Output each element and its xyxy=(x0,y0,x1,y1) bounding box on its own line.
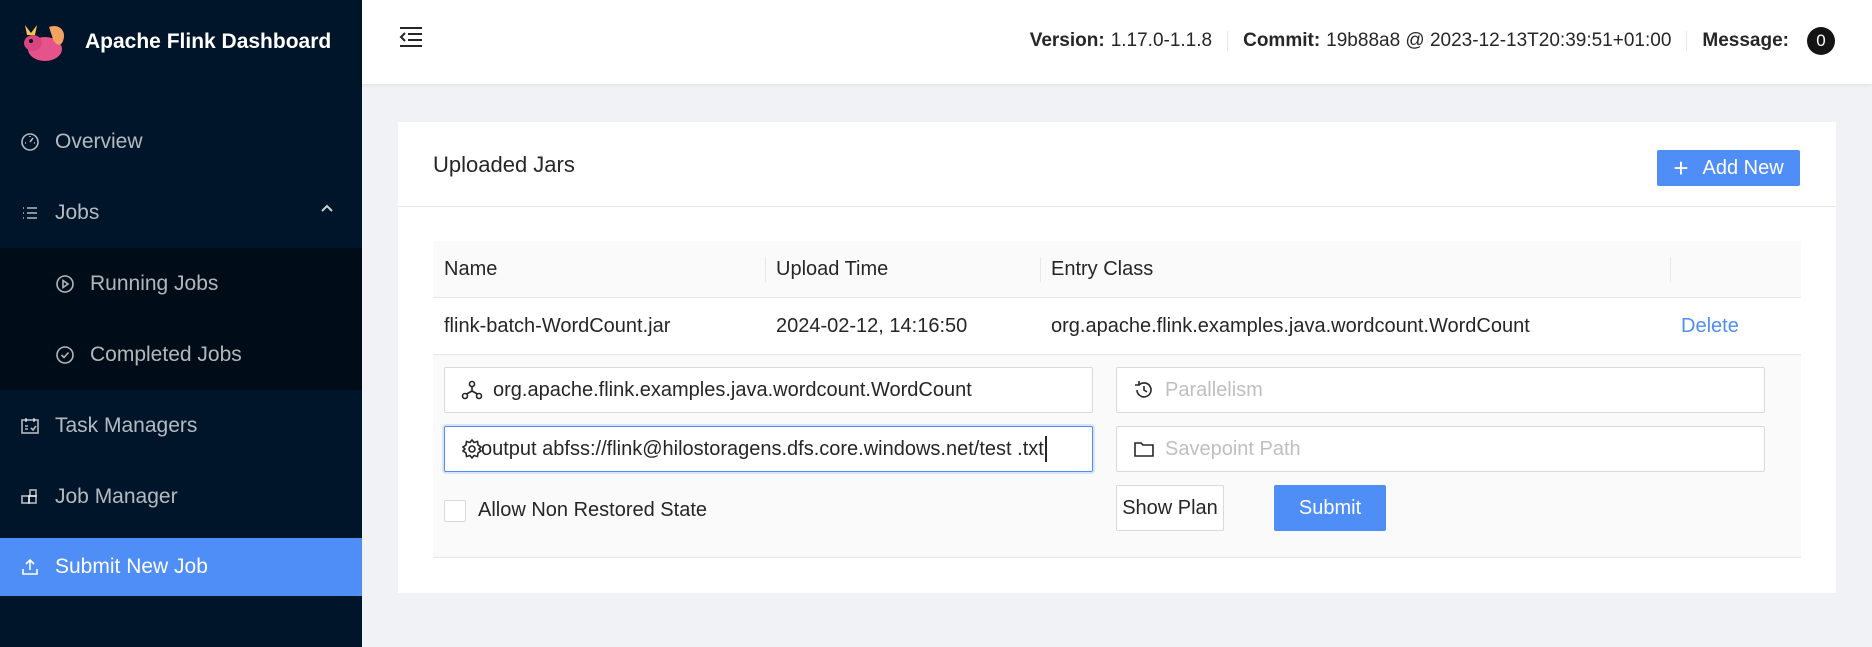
check-circle-icon xyxy=(55,345,75,365)
add-new-label: Add New xyxy=(1702,156,1784,179)
cluster-icon xyxy=(461,380,483,400)
commit-info: Commit: 19b88a8 @ 2023-12-13T20:39:51+01… xyxy=(1228,30,1686,52)
entry-class-input[interactable]: org.apache.flink.examples.java.wordcount… xyxy=(444,367,1093,413)
history-icon xyxy=(1135,381,1152,398)
folder-icon xyxy=(1134,442,1154,457)
column-header-entry-class: Entry Class xyxy=(1040,241,1670,297)
jar-upload-time: 2024-02-12, 14:16:50 xyxy=(776,314,968,337)
dashboard-icon xyxy=(20,132,40,152)
sidebar: Apache Flink Dashboard Overview Jobs Run… xyxy=(0,0,362,647)
sidebar-item-label: Overview xyxy=(55,129,143,153)
sidebar-item-label: Jobs xyxy=(55,200,100,224)
submit-button[interactable]: Submit xyxy=(1274,485,1386,531)
parallelism-placeholder: Parallelism xyxy=(1165,378,1263,401)
card-title: Uploaded Jars xyxy=(433,152,575,177)
sidebar-item-job-manager[interactable]: Job Manager xyxy=(0,461,362,532)
jar-entry-class: org.apache.flink.examples.java.wordcount… xyxy=(1051,314,1530,337)
sidebar-item-submit-new-job[interactable]: Submit New Job xyxy=(0,538,362,596)
sidebar-item-label: Job Manager xyxy=(55,484,178,508)
allow-non-restored-checkbox[interactable]: Allow Non Restored State xyxy=(444,499,707,522)
header-info: Version: 1.17.0-1.1.8 Commit: 19b88a8 @ … xyxy=(1015,26,1850,56)
table-header: Name Upload Time Entry Class xyxy=(433,241,1801,298)
sidebar-item-label: Running Jobs xyxy=(90,271,219,295)
text-caret xyxy=(1044,436,1047,462)
savepoint-path-input[interactable]: Savepoint Path xyxy=(1116,426,1765,472)
commit-label: Commit: xyxy=(1243,30,1321,51)
sidebar-item-label: Task Managers xyxy=(55,413,198,437)
menu-fold-icon[interactable] xyxy=(398,26,424,48)
commit-value: 19b88a8 @ 2023-12-13T20:39:51+01:00 xyxy=(1326,30,1672,51)
version-label: Version: xyxy=(1029,30,1105,51)
uploaded-jars-card: Uploaded Jars + Add New Name Upload Time… xyxy=(398,122,1836,593)
column-header-name: Name xyxy=(444,257,498,280)
play-circle-icon xyxy=(55,274,75,294)
sidebar-item-overview[interactable]: Overview xyxy=(0,106,362,177)
top-header: Version: 1.17.0-1.1.8 Commit: 19b88a8 @ … xyxy=(362,0,1872,84)
program-arguments-input[interactable]: output abfss://flink@hilostoragens.dfs.c… xyxy=(444,426,1093,472)
plus-icon: + xyxy=(1673,153,1689,183)
submit-form: org.apache.flink.examples.java.wordcount… xyxy=(433,355,1801,558)
schedule-icon xyxy=(20,416,40,436)
program-arguments-value: output abfss://flink@hilostoragens.dfs.c… xyxy=(481,437,1044,460)
entry-class-value: org.apache.flink.examples.java.wordcount… xyxy=(493,378,972,401)
checkbox-box[interactable] xyxy=(444,499,466,522)
list-icon xyxy=(20,203,40,223)
jar-name: flink-batch-WordCount.jar xyxy=(444,314,671,337)
card-header: Uploaded Jars + Add New xyxy=(398,122,1836,207)
chevron-up-icon xyxy=(321,204,333,212)
app-title: Apache Flink Dashboard xyxy=(85,30,332,53)
sidebar-item-label: Submit New Job xyxy=(55,555,208,578)
logo-area[interactable]: Apache Flink Dashboard xyxy=(0,0,362,84)
version-info: Version: 1.17.0-1.1.8 xyxy=(1015,30,1227,52)
allow-non-restored-label: Allow Non Restored State xyxy=(478,499,708,521)
message-count-badge[interactable]: 0 xyxy=(1807,27,1835,55)
sidebar-item-completed-jobs[interactable]: Completed Jobs xyxy=(0,319,362,390)
delete-link[interactable]: Delete xyxy=(1681,315,1739,337)
show-plan-button[interactable]: Show Plan xyxy=(1116,485,1224,531)
savepoint-placeholder: Savepoint Path xyxy=(1165,437,1301,460)
column-header-upload-time: Upload Time xyxy=(765,241,1040,297)
message-label: Message: xyxy=(1702,30,1789,51)
column-header-actions xyxy=(1670,241,1801,297)
flink-squirrel-logo xyxy=(24,25,65,61)
sidebar-item-running-jobs[interactable]: Running Jobs xyxy=(0,248,362,319)
jobs-submenu: Running Jobs Completed Jobs xyxy=(0,248,362,390)
table-row[interactable]: flink-batch-WordCount.jar 2024-02-12, 14… xyxy=(433,298,1801,355)
build-icon xyxy=(20,487,40,507)
sidebar-menu: Overview Jobs Running Jobs Completed Job… xyxy=(0,106,362,596)
add-new-button[interactable]: + Add New xyxy=(1657,150,1800,186)
parallelism-input[interactable]: Parallelism xyxy=(1116,367,1765,413)
upload-icon xyxy=(20,557,40,577)
message-info[interactable]: Message: 0 xyxy=(1687,27,1850,55)
setting-icon xyxy=(461,438,483,460)
jars-table: Name Upload Time Entry Class flink-batch… xyxy=(433,241,1801,558)
sidebar-item-label: Completed Jobs xyxy=(90,342,242,366)
version-value: 1.17.0-1.1.8 xyxy=(1110,30,1213,51)
sidebar-item-jobs[interactable]: Jobs xyxy=(0,177,362,248)
sidebar-item-task-managers[interactable]: Task Managers xyxy=(0,390,362,461)
